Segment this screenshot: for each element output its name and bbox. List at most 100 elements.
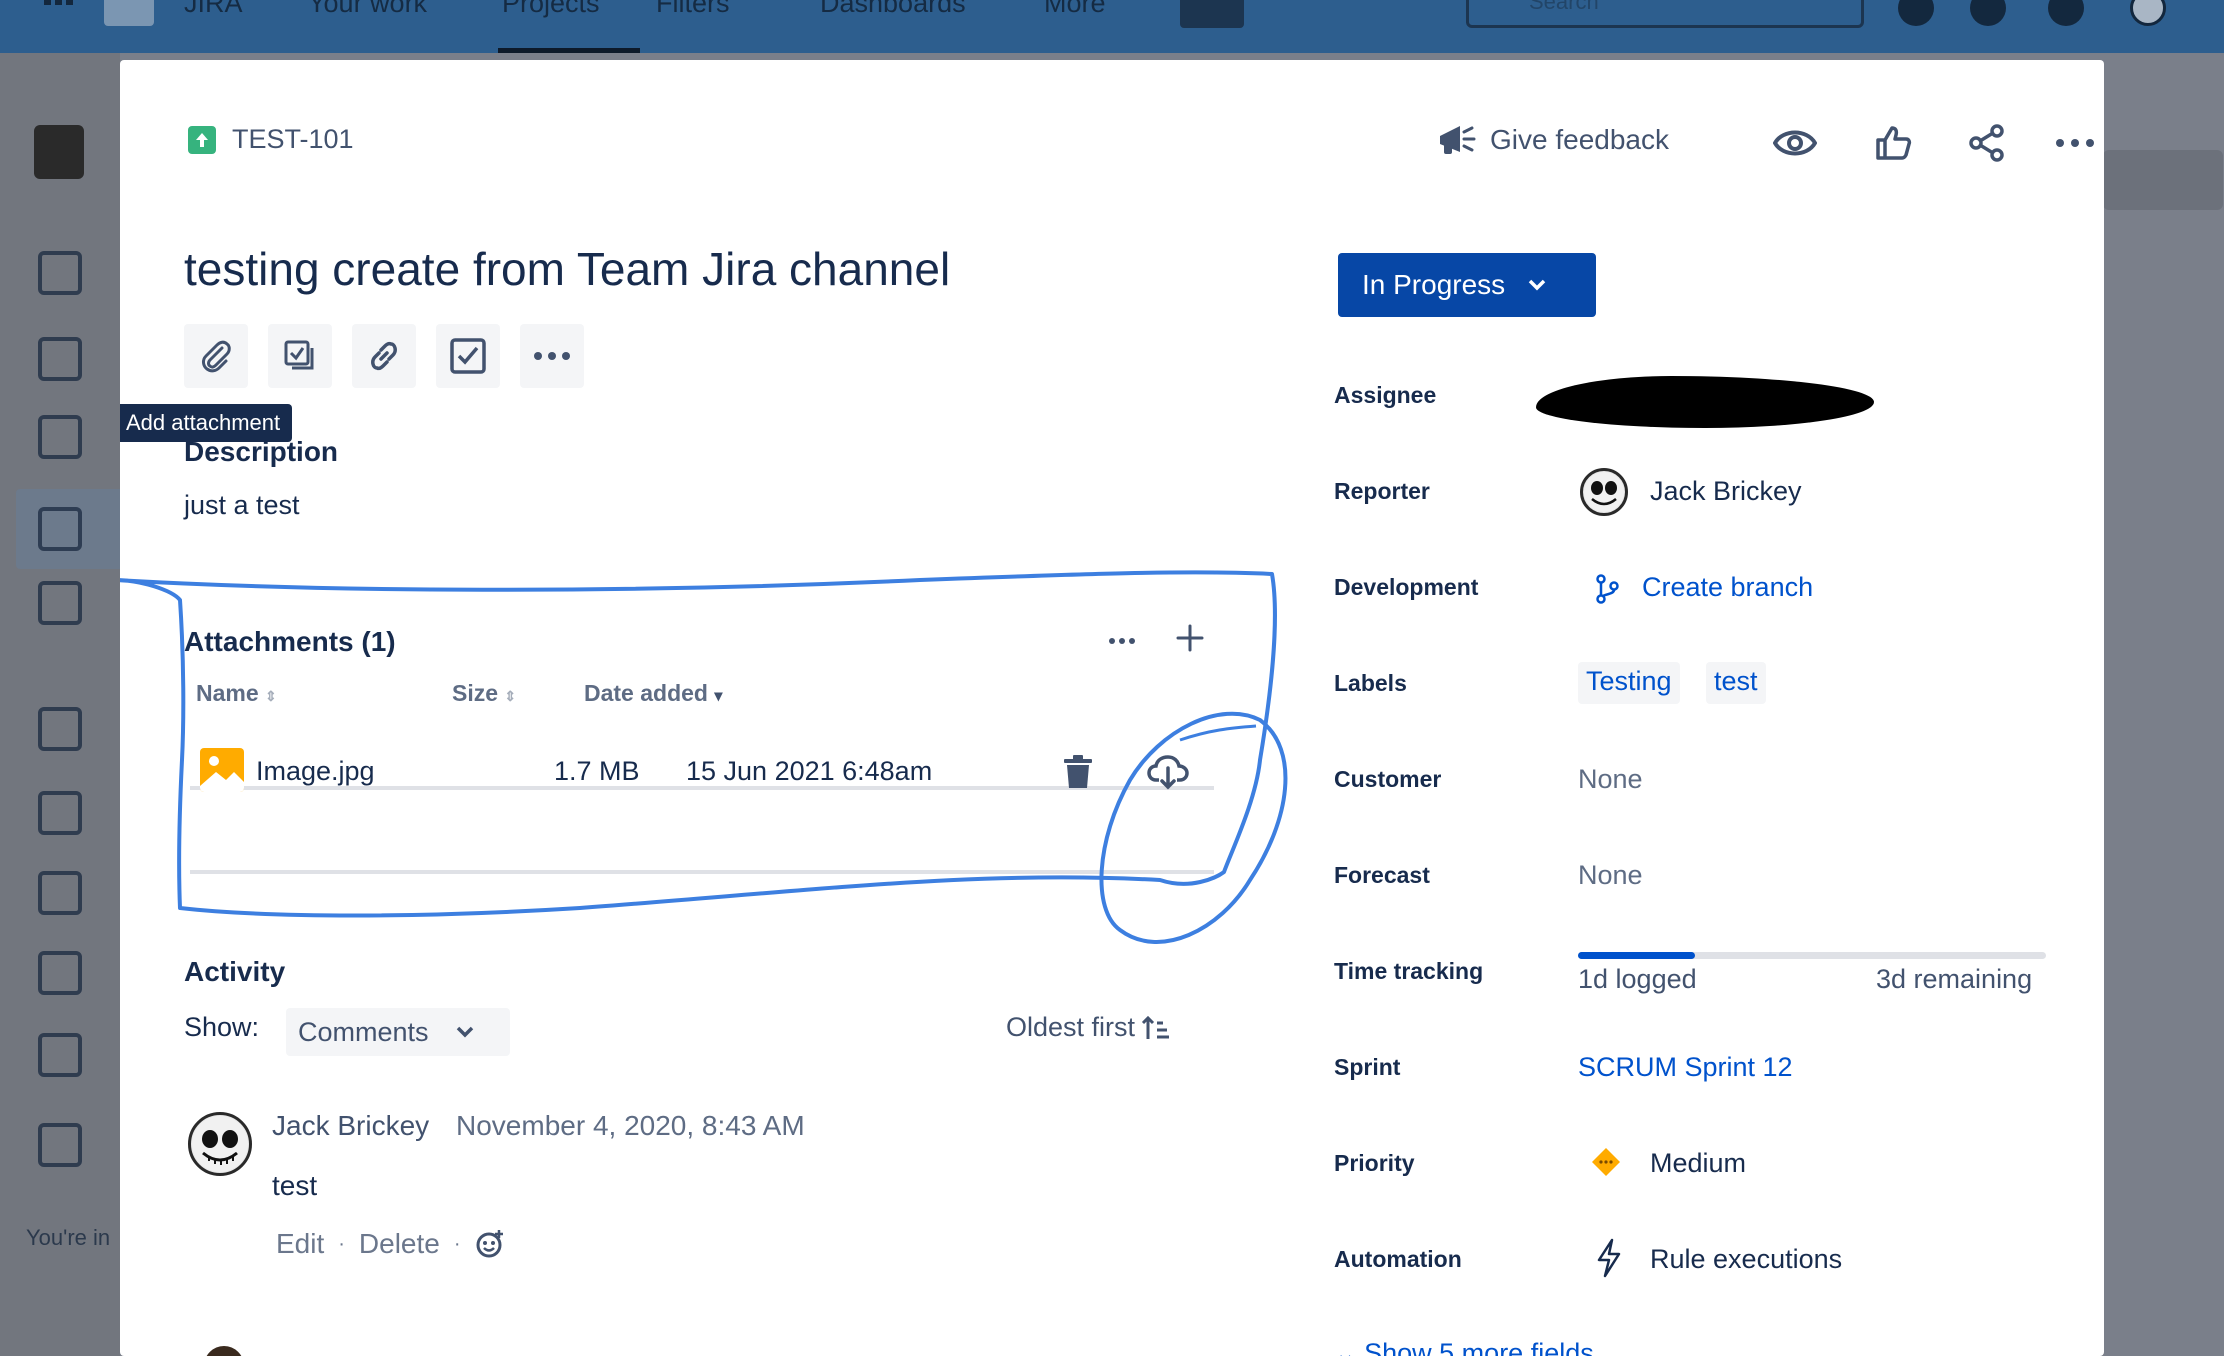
- label-chip-test[interactable]: test: [1706, 662, 1766, 704]
- like-thumbs-up-icon[interactable]: [1870, 120, 1916, 166]
- download-cloud-icon[interactable]: [1144, 748, 1192, 796]
- lightning-bolt-icon: [1597, 1238, 1621, 1278]
- create-branch-link[interactable]: Create branch: [1642, 572, 1813, 603]
- issue-breadcrumb: TEST-101: [188, 124, 354, 155]
- time-tracking-bar[interactable]: [1578, 952, 2046, 959]
- assignee-label: Assignee: [1334, 382, 1437, 408]
- show-filter-select[interactable]: Comments: [286, 1008, 510, 1056]
- chevron-down-icon: [456, 1026, 473, 1038]
- comment-edit-link[interactable]: Edit: [276, 1228, 324, 1260]
- delete-trash-icon[interactable]: [1054, 748, 1102, 796]
- more-icon[interactable]: [2052, 120, 2098, 166]
- add-reaction-smiley-icon[interactable]: [475, 1229, 505, 1259]
- nav-projects[interactable]: Projects: [502, 0, 600, 19]
- next-comment-avatar: [204, 1346, 244, 1356]
- project-avatar[interactable]: [34, 125, 84, 179]
- attach-icon[interactable]: [184, 324, 248, 388]
- show-more-fields-link[interactable]: ⌄ Show 5 more fields: [1334, 1338, 1594, 1356]
- give-feedback-button[interactable]: Give feedback: [1436, 122, 1669, 158]
- column-header-size[interactable]: Size ⇕: [452, 680, 516, 707]
- sort-order-label: Oldest first: [1006, 1012, 1136, 1042]
- show-label: Show:: [184, 1012, 260, 1042]
- comment-author-avatar[interactable]: [188, 1112, 252, 1176]
- profile-avatar[interactable]: [2130, 0, 2166, 26]
- time-remaining: 3d remaining: [1876, 964, 2033, 994]
- reporter-avatar: [1580, 468, 1628, 516]
- share-icon[interactable]: [1964, 120, 2010, 166]
- separator-dot: ·: [453, 1232, 461, 1255]
- nav-your-work[interactable]: Your work: [308, 0, 427, 19]
- status-dropdown-button[interactable]: In Progress: [1338, 253, 1596, 317]
- notifications-icon[interactable]: [1898, 0, 1934, 26]
- watch-eye-icon[interactable]: [1772, 120, 1818, 166]
- git-branch-icon: [1596, 574, 1619, 604]
- pages-icon[interactable]: [38, 1033, 82, 1077]
- checklist-icon[interactable]: [38, 1123, 82, 1167]
- megaphone-icon: [1440, 126, 1476, 154]
- app-switcher-icon[interactable]: [44, 0, 74, 10]
- link-issue-icon[interactable]: [352, 324, 416, 388]
- board-icon[interactable]: [38, 507, 82, 551]
- app-name[interactable]: JIRA: [184, 0, 243, 19]
- issue-key-link[interactable]: TEST-101: [232, 124, 354, 155]
- customer-label: Customer: [1334, 766, 1442, 792]
- header-actions: Give feedback: [1320, 112, 2094, 172]
- comment-body: test: [272, 1170, 318, 1201]
- forecast-value[interactable]: None: [1578, 860, 1643, 891]
- help-icon[interactable]: [1970, 0, 2006, 26]
- labels-label: Labels: [1334, 670, 1407, 696]
- nav-dashboards[interactable]: Dashboards: [820, 0, 966, 19]
- attachment-size: 1.7 MB: [554, 756, 640, 786]
- assignee-redacted-value[interactable]: [1536, 376, 1874, 428]
- more-icon[interactable]: [520, 324, 584, 388]
- comment-delete-link[interactable]: Delete: [359, 1228, 440, 1260]
- sprint-label: Sprint: [1334, 1054, 1401, 1080]
- issue-title[interactable]: testing create from Team Jira channel: [184, 242, 950, 296]
- chevron-down-icon: [1528, 279, 1546, 291]
- top-navigation: JIRA Your work Projects Filters Dashboar…: [0, 0, 2224, 53]
- child-issue-icon[interactable]: [268, 324, 332, 388]
- add-attachment-plus-icon[interactable]: [1176, 624, 1204, 657]
- nav-active-indicator: [498, 48, 640, 53]
- customer-value[interactable]: None: [1578, 764, 1643, 795]
- comment-actions: Edit · Delete ·: [276, 1228, 505, 1260]
- give-feedback-label: Give feedback: [1490, 124, 1669, 155]
- create-button[interactable]: [1180, 0, 1244, 28]
- reporter-value[interactable]: Jack Brickey: [1650, 476, 1802, 507]
- settings-icon[interactable]: [2048, 0, 2084, 26]
- project-sidebar: You're in: [0, 53, 126, 1356]
- priority-label: Priority: [1334, 1150, 1415, 1176]
- code-icon[interactable]: [38, 871, 82, 915]
- reports-icon[interactable]: [38, 581, 82, 625]
- comment-author[interactable]: Jack Brickey: [272, 1110, 429, 1142]
- sprint-link[interactable]: SCRUM Sprint 12: [1578, 1052, 1793, 1083]
- label-chip-testing[interactable]: Testing: [1578, 662, 1680, 704]
- nav-filters[interactable]: Filters: [656, 0, 730, 19]
- releases-icon[interactable]: [38, 791, 82, 835]
- roadmap-icon[interactable]: [38, 251, 82, 295]
- background-panel: [2103, 150, 2223, 210]
- rule-executions-link[interactable]: Rule executions: [1650, 1244, 1842, 1275]
- priority-value[interactable]: Medium: [1650, 1148, 1746, 1179]
- backlog-icon[interactable]: [38, 415, 82, 459]
- forecast-label: Forecast: [1334, 862, 1430, 888]
- column-header-name[interactable]: Name ⇕: [196, 680, 277, 707]
- nav-more[interactable]: More: [1044, 0, 1106, 19]
- automation-label: Automation: [1334, 1246, 1462, 1272]
- comment-date[interactable]: November 4, 2020, 8:43 AM: [456, 1110, 805, 1142]
- search-placeholder: Search: [1529, 0, 1599, 14]
- timeline-icon[interactable]: [38, 337, 82, 381]
- reporter-label: Reporter: [1334, 478, 1430, 504]
- checklist-icon[interactable]: [436, 324, 500, 388]
- attachment-name[interactable]: Image.jpg: [256, 756, 375, 787]
- column-header-date-added[interactable]: Date added ▾: [584, 680, 722, 707]
- issues-icon[interactable]: [38, 707, 82, 751]
- description-text[interactable]: just a test: [184, 490, 300, 521]
- search-input[interactable]: Search: [1466, 0, 1864, 28]
- sort-order-button[interactable]: Oldest first: [1006, 1012, 1171, 1043]
- deployments-icon[interactable]: [38, 951, 82, 995]
- development-label: Development: [1334, 574, 1479, 600]
- issue-toolbar: [184, 324, 584, 388]
- jira-logo-icon[interactable]: [104, 0, 154, 26]
- attachments-more-icon[interactable]: [1108, 632, 1136, 650]
